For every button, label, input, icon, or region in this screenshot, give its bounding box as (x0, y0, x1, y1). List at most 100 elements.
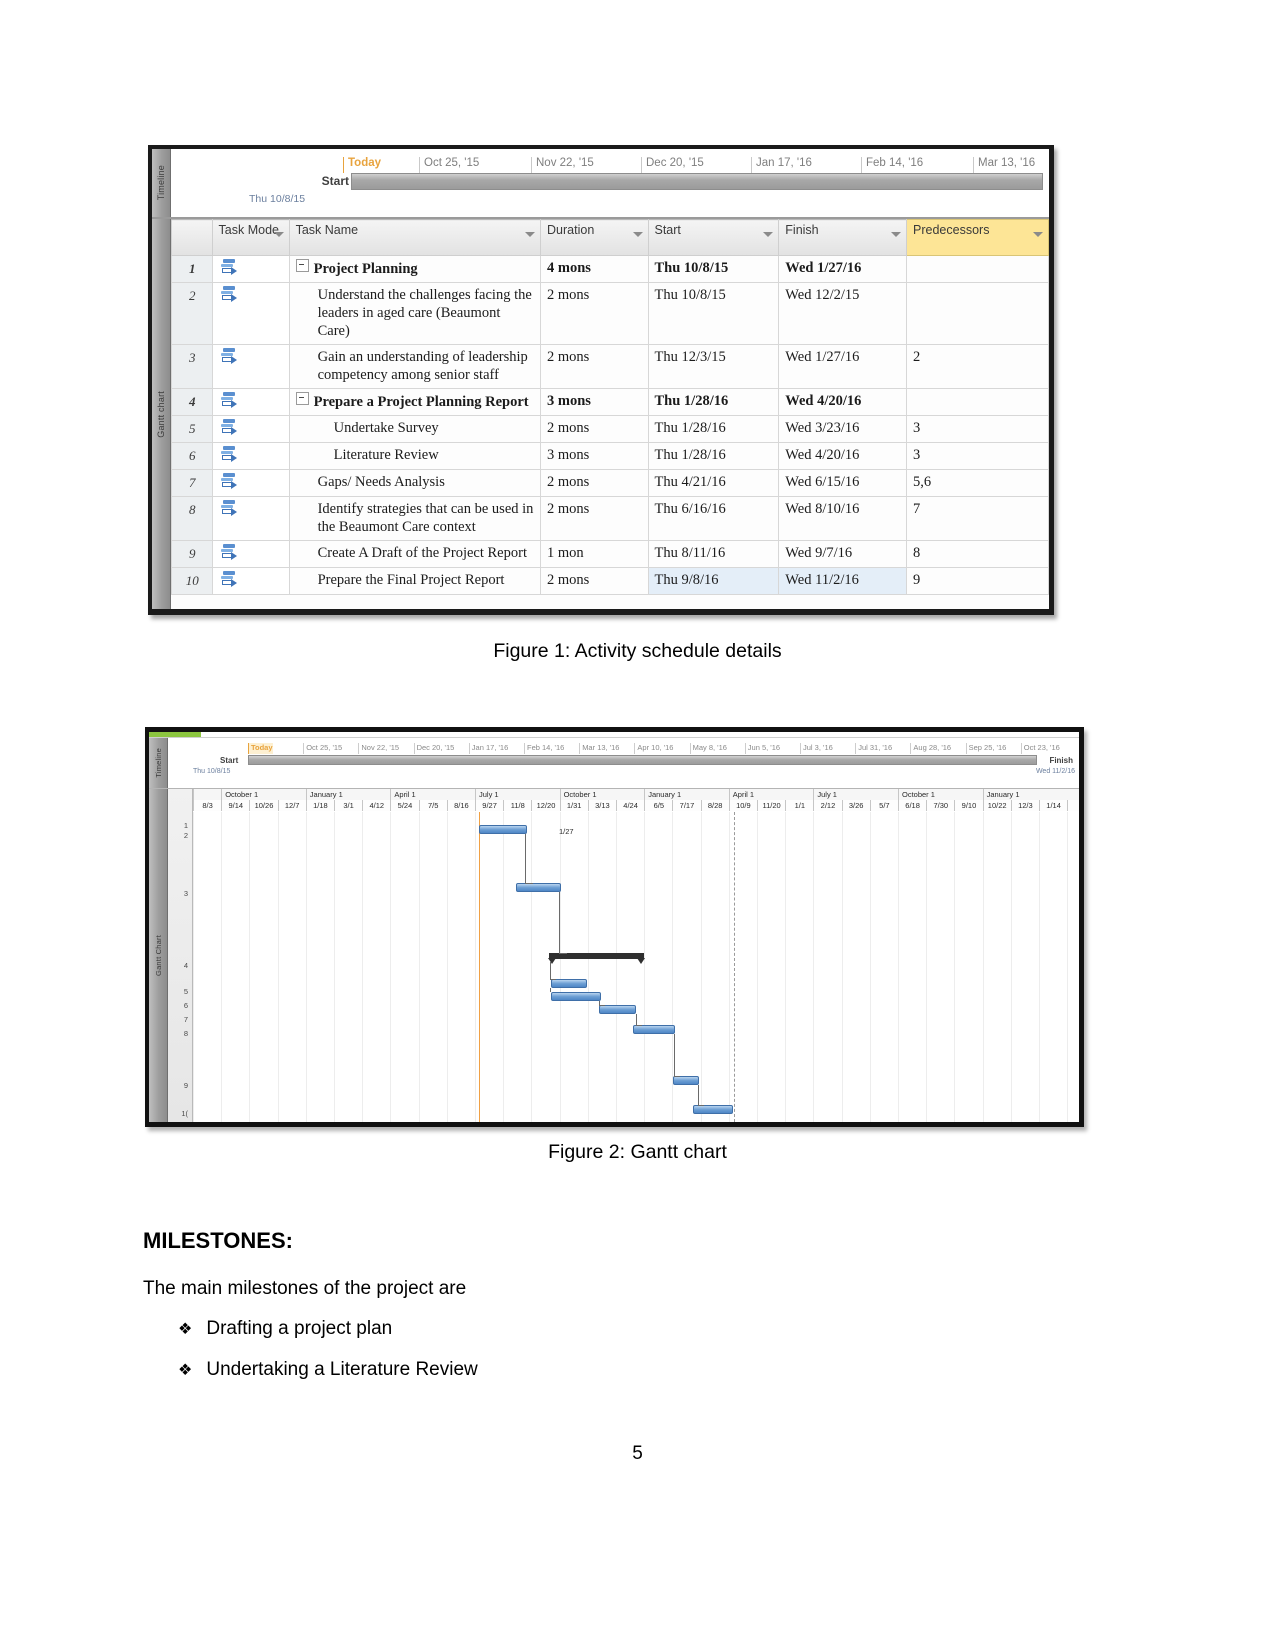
gantt-bar-task5[interactable] (551, 979, 587, 988)
task-mode-cell[interactable] (211, 442, 290, 470)
column-header-start[interactable]: Start (647, 219, 780, 256)
row-id-cell[interactable]: 2 (171, 282, 213, 345)
task-name-cell[interactable]: Gain an understanding of leadership comp… (288, 344, 542, 389)
chevron-down-icon[interactable] (632, 230, 643, 239)
collapse-toggle-icon[interactable] (295, 259, 309, 272)
gantt-chart-canvas[interactable]: October 1 January 1 April 1 July 1 October 1… (193, 789, 1079, 1122)
predecessors-cell[interactable] (906, 388, 1049, 416)
table-row[interactable]: 7 Gaps/ Needs Analysis 2 mons Thu 4/21/16 We… (171, 469, 1049, 497)
row-id-cell[interactable]: 1 (171, 255, 213, 283)
start-cell[interactable]: Thu 9/8/16 (647, 567, 780, 595)
task-name-cell[interactable]: Literature Review (288, 442, 542, 470)
task-mode-cell[interactable] (211, 388, 290, 416)
task-mode-cell[interactable] (211, 282, 290, 345)
row-id-cell[interactable]: 7 (171, 469, 213, 497)
predecessors-cell[interactable]: 8 (906, 540, 1049, 568)
row-id-cell[interactable]: 4 (171, 388, 213, 416)
row-id-cell[interactable]: 6 (171, 442, 213, 470)
table-row[interactable]: 3 Gain an understanding of leadership com… (171, 344, 1049, 389)
start-cell[interactable]: Thu 1/28/16 (647, 388, 780, 416)
start-cell[interactable]: Thu 6/16/16 (647, 496, 780, 541)
row-id-cell[interactable]: 9 (171, 540, 213, 568)
duration-cell[interactable]: 2 mons (540, 496, 649, 541)
gantt-bar-task8[interactable] (633, 1025, 675, 1034)
task-mode-cell[interactable] (211, 415, 290, 443)
predecessors-cell[interactable]: 3 (906, 442, 1049, 470)
duration-cell[interactable]: 2 mons (540, 344, 649, 389)
task-name-cell[interactable]: Project Planning (288, 255, 542, 283)
start-cell[interactable]: Thu 10/8/15 (647, 255, 780, 283)
row-id-cell[interactable]: 3 (171, 344, 213, 389)
task-name-cell[interactable]: Understand the challenges facing the lea… (288, 282, 542, 345)
finish-cell[interactable]: Wed 12/2/15 (778, 282, 908, 345)
start-cell[interactable]: Thu 10/8/15 (647, 282, 780, 345)
task-name-cell[interactable]: Gaps/ Needs Analysis (288, 469, 542, 497)
task-mode-cell[interactable] (211, 496, 290, 541)
row-id-cell[interactable]: 8 (171, 496, 213, 541)
chevron-down-icon[interactable] (273, 230, 284, 239)
collapse-toggle-icon[interactable] (295, 392, 309, 405)
gantt-bar-task6[interactable] (551, 992, 601, 1001)
duration-cell[interactable]: 3 mons (540, 442, 649, 470)
task-mode-cell[interactable] (211, 540, 290, 568)
duration-cell[interactable]: 2 mons (540, 567, 649, 595)
finish-cell[interactable]: Wed 1/27/16 (778, 255, 908, 283)
task-name-cell[interactable]: Undertake Survey (288, 415, 542, 443)
start-cell[interactable]: Thu 4/21/16 (647, 469, 780, 497)
start-cell[interactable]: Thu 1/28/16 (647, 442, 780, 470)
column-header-predecessors[interactable]: Predecessors (906, 219, 1049, 256)
duration-cell[interactable]: 4 mons (540, 255, 649, 283)
gantt-bar-task2[interactable] (479, 825, 527, 834)
timeline-canvas-2[interactable]: Today Oct 25, '15 Nov 22, '15 Dec 20, '15 Ja… (168, 738, 1079, 788)
timeline-canvas-1[interactable]: Today Oct 25, '15 Nov 22, '15 Dec 20, '1… (171, 149, 1049, 217)
start-cell[interactable]: Thu 8/11/16 (647, 540, 780, 568)
table-row[interactable]: 2 Understand the challenges facing the le… (171, 282, 1049, 345)
finish-cell[interactable]: Wed 11/2/16 (778, 567, 908, 595)
gantt-bar-task7[interactable] (599, 1005, 636, 1014)
predecessors-cell[interactable]: 3 (906, 415, 1049, 443)
table-row[interactable]: 6 Literature Review 3 mons Thu 1/28/16 Wed 4… (171, 442, 1049, 470)
table-row[interactable]: 5 Undertake Survey 2 mons Thu 1/28/16 Wed 3/… (171, 415, 1049, 443)
duration-cell[interactable]: 1 mon (540, 540, 649, 568)
table-row[interactable]: 8 Identify strategies that can be used in… (171, 496, 1049, 541)
start-cell[interactable]: Thu 12/3/15 (647, 344, 780, 389)
finish-cell[interactable]: Wed 3/23/16 (778, 415, 908, 443)
duration-cell[interactable]: 2 mons (540, 469, 649, 497)
duration-cell[interactable]: 2 mons (540, 282, 649, 345)
timeline-project-bar-1[interactable] (351, 173, 1043, 190)
column-header-task-mode[interactable]: Task Mode (211, 219, 290, 256)
start-cell[interactable]: Thu 1/28/16 (647, 415, 780, 443)
predecessors-cell[interactable]: 5,6 (906, 469, 1049, 497)
chevron-down-icon[interactable] (524, 230, 536, 239)
table-row[interactable]: 4 Prepare a Project Planning Report 3 mons… (171, 388, 1049, 416)
task-name-cell[interactable]: Prepare a Project Planning Report (288, 388, 542, 416)
row-id-cell[interactable]: 10 (171, 567, 213, 595)
predecessors-cell[interactable]: 2 (906, 344, 1049, 389)
timeline-project-bar-2[interactable] (248, 755, 1037, 765)
predecessors-cell[interactable] (906, 282, 1049, 345)
table-row[interactable]: 9 Create A Draft of the Project Report 1 m… (171, 540, 1049, 568)
finish-cell[interactable]: Wed 6/15/16 (778, 469, 908, 497)
column-header-task-name[interactable]: Task Name (288, 219, 542, 256)
row-id-cell[interactable]: 5 (171, 415, 213, 443)
duration-cell[interactable]: 2 mons (540, 415, 649, 443)
chevron-down-icon[interactable] (762, 230, 774, 239)
gantt-bar-task3[interactable] (516, 883, 561, 892)
finish-cell[interactable]: Wed 8/10/16 (778, 496, 908, 541)
predecessors-cell[interactable]: 7 (906, 496, 1049, 541)
finish-cell[interactable]: Wed 4/20/16 (778, 388, 908, 416)
finish-cell[interactable]: Wed 9/7/16 (778, 540, 908, 568)
task-name-cell[interactable]: Create A Draft of the Project Report (288, 540, 542, 568)
table-row[interactable]: 1 Project Planning 4 mons Thu 10/8/15 Wed 1/… (171, 255, 1049, 283)
task-mode-cell[interactable] (211, 255, 290, 283)
gantt-bar-task9[interactable] (673, 1076, 699, 1085)
predecessors-cell[interactable] (906, 255, 1049, 283)
table-row[interactable]: 10 Prepare the Final Project Report 2 mons… (171, 567, 1049, 595)
column-header-duration[interactable]: Duration (540, 219, 649, 256)
finish-cell[interactable]: Wed 1/27/16 (778, 344, 908, 389)
task-name-cell[interactable]: Prepare the Final Project Report (288, 567, 542, 595)
column-header-id[interactable] (171, 219, 213, 256)
predecessors-cell[interactable]: 9 (906, 567, 1049, 595)
task-name-cell[interactable]: Identify strategies that can be used in … (288, 496, 542, 541)
finish-cell[interactable]: Wed 4/20/16 (778, 442, 908, 470)
